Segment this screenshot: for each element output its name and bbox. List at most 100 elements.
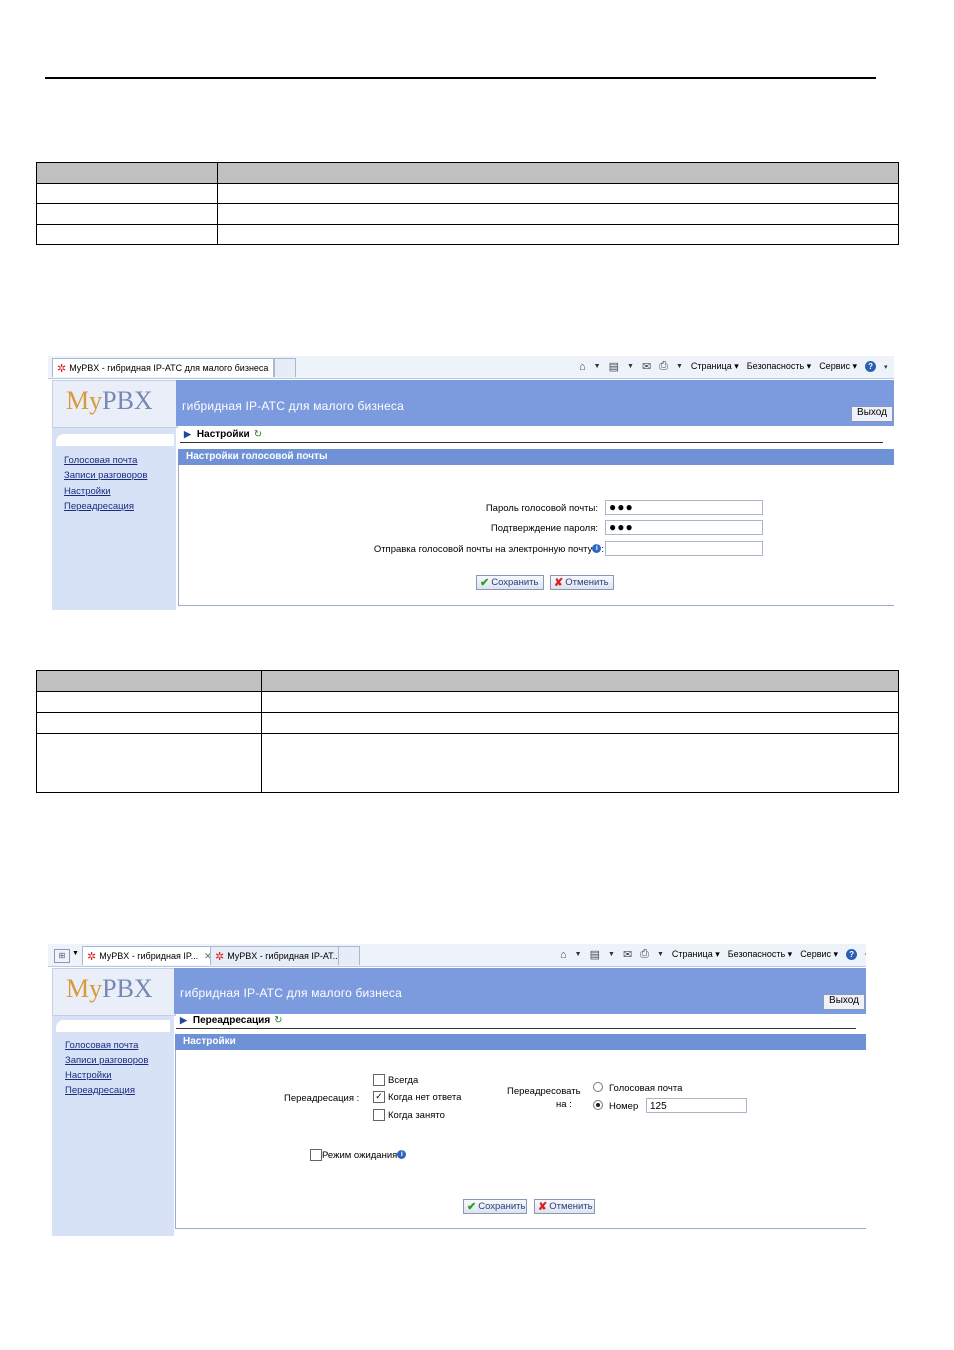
mypbx-logo: MyPBX <box>66 386 153 415</box>
tab-title: MyPBX - гибридная IP... <box>99 951 199 961</box>
nav-voicemail[interactable]: Голосовая почта <box>64 455 137 466</box>
confirm-password-field[interactable]: ●●● <box>605 520 763 535</box>
refresh-icon[interactable]: ↻ <box>254 429 262 440</box>
redirect-to-label-line2: на : <box>556 1099 572 1110</box>
no-answer-label: Когда нет ответа <box>388 1092 462 1103</box>
redirect-to-label-line1: Переадресовать <box>507 1086 581 1097</box>
home-icon[interactable]: ⌂ <box>579 361 586 373</box>
chevron-down-icon[interactable]: ▼ <box>575 951 582 958</box>
feeds-icon[interactable]: ▤ <box>590 948 600 961</box>
browser-command-bar: ⌂ ▼ ▤ ▼ ✉ ⎙ ▼ Страница ▾ Безопасность ▾ Сер… <box>579 360 888 373</box>
mail-icon[interactable]: ✉ <box>642 360 651 373</box>
new-tab-button[interactable] <box>338 946 360 965</box>
browser-toolbar: ⊞ ▼ ✲ MyPBX - гибридная IP... ✕ ✲ MyPBX … <box>48 944 866 967</box>
chevron-down-icon[interactable]: ▼ <box>627 363 634 370</box>
mypbx-favicon-icon: ✲ <box>87 950 97 963</box>
checkmark-icon: ✔ <box>467 1200 477 1213</box>
service-menu[interactable]: Сервис ▾ <box>800 949 838 960</box>
mail-icon[interactable]: ✉ <box>623 948 632 961</box>
page-header-rule <box>45 77 876 79</box>
cancel-button[interactable]: ✘ Отменить <box>550 575 614 590</box>
save-label: Сохранить <box>491 576 539 588</box>
save-button[interactable]: ✔ Сохранить <box>463 1199 527 1214</box>
feeds-icon[interactable]: ▤ <box>609 360 619 373</box>
always-checkbox[interactable] <box>373 1074 385 1086</box>
browser-toolbar: ✲ MyPBX - гибридная IP-АТС для малого би… <box>48 356 894 379</box>
nav-panel <box>56 1020 170 1032</box>
number-field[interactable]: 125 <box>646 1098 747 1113</box>
chevron-down-icon[interactable]: ▾ <box>865 951 866 959</box>
email-forward-text: Отправка голосовой почты на электронную … <box>373 544 593 555</box>
nav-call-records[interactable]: Записи разговоров <box>65 1055 148 1066</box>
forwarding-label: Переадресация : <box>284 1093 360 1104</box>
document-table-1 <box>36 162 899 245</box>
banner-title: гибридная IP-АТС для малого бизнеса <box>180 986 402 1000</box>
browser-tab-1[interactable]: ✲ MyPBX - гибридная IP... ✕ <box>82 946 212 965</box>
cross-icon: ✘ <box>538 1200 548 1213</box>
tab-title: MyPBX - гибридная IP-АТ... <box>227 951 340 961</box>
standby-label: Режим ожидания i <box>322 1150 407 1161</box>
voicemail-radio[interactable] <box>593 1082 603 1092</box>
screenshot-voicemail-settings: ✲ MyPBX - гибридная IP-АТС для малого би… <box>48 356 894 610</box>
number-radio[interactable] <box>593 1100 603 1110</box>
nav-settings[interactable]: Настройки <box>64 486 111 497</box>
home-icon[interactable]: ⌂ <box>560 949 567 961</box>
cancel-label: Отменить <box>565 576 609 588</box>
password-field[interactable]: ●●● <box>605 500 763 515</box>
triangle-right-icon: ▶ <box>180 1015 187 1025</box>
cross-icon: ✘ <box>554 576 564 589</box>
nav-forwarding[interactable]: Переадресация <box>64 501 134 512</box>
exit-button[interactable]: Выход <box>823 994 865 1010</box>
refresh-icon[interactable]: ↻ <box>274 1015 282 1026</box>
page-menu[interactable]: Страница ▾ <box>691 361 739 372</box>
page-menu[interactable]: Страница ▾ <box>672 949 720 960</box>
standby-checkbox[interactable] <box>310 1149 322 1161</box>
service-menu[interactable]: Сервис ▾ <box>819 361 857 372</box>
email-forward-colon: : <box>601 544 604 555</box>
document-table-2 <box>36 670 899 793</box>
chevron-down-icon[interactable]: ▾ <box>884 363 888 371</box>
security-menu[interactable]: Безопасность ▾ <box>728 949 792 960</box>
confirm-password-label: Подтверждение пароля: <box>490 523 598 534</box>
number-radio-label: Номер <box>609 1101 639 1112</box>
chevron-down-icon[interactable]: ▼ <box>594 363 601 370</box>
chevron-down-icon[interactable]: ▼ <box>72 950 79 957</box>
chevron-down-icon[interactable]: ▼ <box>676 363 683 370</box>
nav-call-records[interactable]: Записи разговоров <box>64 470 147 481</box>
standby-text: Режим ожидания <box>322 1150 398 1161</box>
help-icon[interactable]: ? <box>846 949 858 960</box>
security-menu[interactable]: Безопасность ▾ <box>747 361 811 372</box>
save-button[interactable]: ✔ Сохранить <box>476 575 544 590</box>
quick-tabs-icon[interactable]: ⊞ <box>54 949 70 963</box>
new-tab-button[interactable] <box>274 358 296 377</box>
nav-panel <box>56 434 174 446</box>
mypbx-favicon-icon: ✲ <box>57 362 67 375</box>
email-field[interactable] <box>605 541 763 556</box>
print-icon[interactable]: ⎙ <box>659 360 668 373</box>
busy-checkbox[interactable] <box>373 1109 385 1121</box>
breadcrumb-divider <box>180 442 883 443</box>
mypbx-logo: MyPBX <box>66 974 153 1003</box>
breadcrumb-label: Настройки <box>196 429 250 440</box>
exit-button[interactable]: Выход <box>851 406 893 422</box>
cancel-button[interactable]: ✘ Отменить <box>534 1199 595 1214</box>
always-label: Всегда <box>388 1075 419 1086</box>
no-answer-checkbox[interactable]: ✓ <box>373 1091 385 1103</box>
print-icon[interactable]: ⎙ <box>640 948 649 961</box>
save-label: Сохранить <box>478 1200 526 1212</box>
info-icon[interactable]: i <box>397 1150 407 1159</box>
email-forward-label: Отправка голосовой почты на электронную … <box>374 544 604 555</box>
nav-settings[interactable]: Настройки <box>65 1070 112 1081</box>
browser-tab[interactable]: ✲ MyPBX - гибридная IP-АТС для малого би… <box>52 358 274 377</box>
busy-label: Когда занято <box>388 1110 445 1121</box>
nav-voicemail[interactable]: Голосовая почта <box>65 1040 138 1051</box>
banner-title: гибридная IP-АТС для малого бизнеса <box>182 399 404 413</box>
section-header: Настройки <box>175 1034 866 1050</box>
info-icon[interactable]: i <box>592 544 602 553</box>
chevron-down-icon[interactable]: ▼ <box>657 951 664 958</box>
nav-forwarding[interactable]: Переадресация <box>65 1085 135 1096</box>
chevron-down-icon[interactable]: ▼ <box>608 951 615 958</box>
breadcrumb-divider <box>176 1028 856 1029</box>
help-icon[interactable]: ? <box>865 361 877 372</box>
browser-tab-2[interactable]: ✲ MyPBX - гибридная IP-АТ... <box>210 946 340 965</box>
